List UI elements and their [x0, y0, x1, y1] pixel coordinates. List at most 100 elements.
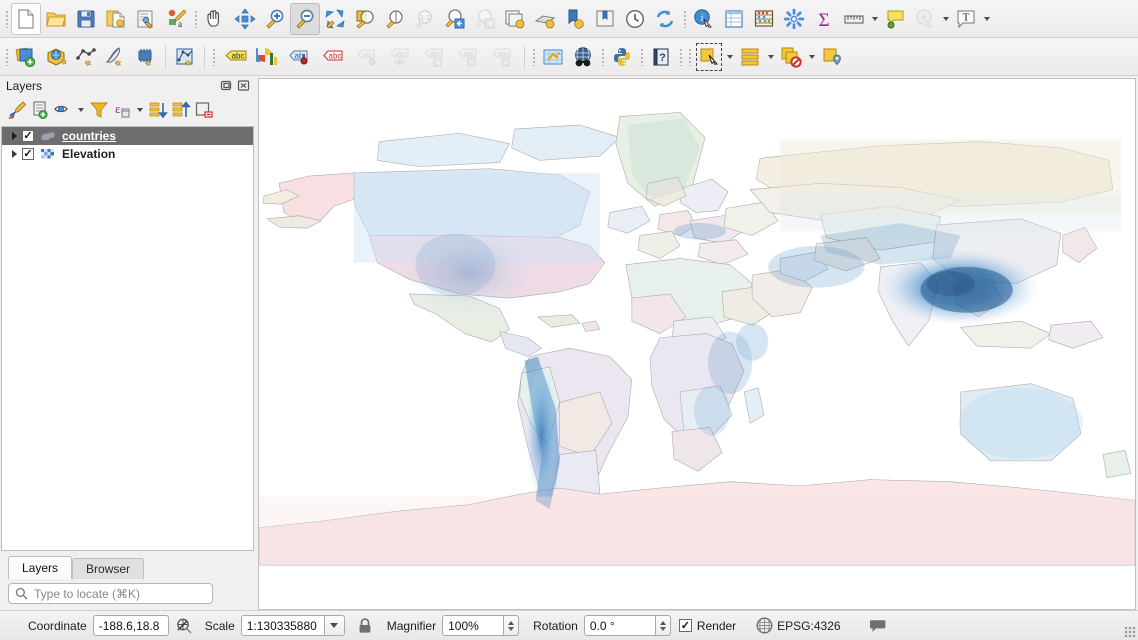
undock-panel-button[interactable] [220, 79, 233, 92]
toolbar-grip[interactable] [2, 4, 11, 34]
add-raster-layer-button[interactable] [71, 41, 101, 73]
refresh-button[interactable] [650, 3, 680, 35]
zoom-out-button[interactable] [290, 2, 320, 35]
zoom-last-button[interactable] [440, 3, 470, 35]
toolbar-grip-selection-2[interactable] [685, 42, 694, 72]
toolbar-grip-datasource[interactable] [2, 42, 11, 72]
toolbar-grip-navigation[interactable] [191, 4, 200, 34]
layer-row-countries[interactable]: ✓ countries [2, 127, 253, 145]
project-properties-button[interactable] [131, 3, 161, 35]
add-delimited-text-layer-button[interactable] [131, 41, 161, 73]
coordinate-input[interactable]: -188.6,18.8 [92, 615, 169, 636]
pin-labels-button[interactable]: ab [282, 41, 316, 73]
pan-to-selection-button[interactable] [230, 3, 260, 35]
processing-toolbox-button[interactable] [779, 3, 809, 35]
tab-layers[interactable]: Layers [8, 556, 73, 579]
expand-layer-icon[interactable] [6, 132, 22, 140]
deselect-features-button[interactable] [776, 41, 806, 73]
change-label-button[interactable]: abc [486, 41, 520, 73]
layer-tree[interactable]: ✓ countries ✓ Elevation [1, 126, 254, 551]
annotation-dropdown-caret[interactable] [981, 3, 992, 35]
georeferencer-button[interactable] [538, 41, 568, 73]
diagram-properties-button[interactable] [252, 41, 282, 73]
new-project-button[interactable] [11, 2, 41, 35]
resize-grip[interactable] [1124, 626, 1136, 638]
new-print-layout-button[interactable] [560, 3, 590, 35]
open-layer-styling-panel-button[interactable] [6, 98, 28, 122]
crs-label[interactable]: EPSG:4326 [777, 619, 840, 633]
scale-combo[interactable]: 1:130335880 [240, 615, 345, 636]
scale-input[interactable]: 1:130335880 [240, 615, 325, 636]
map-tips-button[interactable] [880, 3, 910, 35]
filter-legend-by-map-content-button[interactable] [88, 98, 110, 122]
toggle-extents-icon[interactable] [175, 617, 193, 635]
select-by-location-button[interactable] [817, 41, 847, 73]
magnifier-input[interactable]: 100% [442, 615, 505, 636]
lock-scale-icon[interactable] [357, 617, 373, 634]
filter-legend-by-expression-button[interactable]: ε [111, 98, 133, 122]
manage-map-themes-button[interactable] [52, 98, 74, 122]
rotation-input[interactable]: 0.0 ° [583, 615, 656, 636]
measure-dropdown-caret[interactable] [869, 3, 880, 35]
data-source-manager-button[interactable] [11, 41, 41, 73]
zoom-to-selection-button[interactable] [350, 3, 380, 35]
run-feature-action-button[interactable] [910, 3, 940, 35]
rotate-label-button[interactable]: abc [452, 41, 486, 73]
layer-row-elevation[interactable]: ✓ Elevation [2, 145, 253, 163]
scale-dropdown-arrow[interactable] [324, 615, 345, 636]
layout-manager-button[interactable] [590, 3, 620, 35]
help-button[interactable]: ? [646, 41, 676, 73]
render-checkbox[interactable]: ✓ [678, 619, 692, 632]
rotation-stepper[interactable]: 0.0 ° [583, 615, 671, 636]
feature-action-dropdown-caret[interactable] [940, 3, 951, 35]
show-hide-labels-button[interactable]: abc [384, 41, 418, 73]
expand-layer-icon[interactable] [6, 150, 22, 158]
toolbar-grip-help[interactable] [637, 42, 646, 72]
move-label-button[interactable]: ab [350, 41, 384, 73]
select-features-button[interactable] [694, 41, 724, 73]
zoom-in-button[interactable] [260, 3, 290, 35]
new-3d-map-view-button[interactable] [530, 3, 560, 35]
highlight-pinned-labels-button[interactable]: abc [316, 41, 350, 73]
collapse-all-button[interactable] [170, 98, 192, 122]
temporal-controller-button[interactable] [620, 3, 650, 35]
deselect-dropdown-caret[interactable] [806, 41, 817, 73]
style-manager-button[interactable]: a [161, 3, 191, 35]
expand-all-button[interactable] [147, 98, 169, 122]
statistical-summary-button[interactable]: Σ [809, 3, 839, 35]
toolbar-grip-python[interactable] [598, 42, 607, 72]
python-console-button[interactable] [607, 41, 637, 73]
tab-browser[interactable]: Browser [72, 558, 145, 579]
select-by-value-dropdown-caret[interactable] [765, 41, 776, 73]
add-mesh-layer-button[interactable] [101, 41, 131, 73]
move-label-or-diagram-button[interactable]: abc [418, 41, 452, 73]
zoom-native-resolution-button[interactable]: 1:1 [410, 3, 440, 35]
zoom-to-layer-button[interactable] [380, 3, 410, 35]
add-group-button[interactable] [29, 98, 51, 122]
toolbar-grip-label[interactable] [209, 42, 218, 72]
add-vector-layer-button[interactable] [41, 41, 71, 73]
measure-line-button[interactable] [839, 3, 869, 35]
filter-expression-caret-icon[interactable] [134, 98, 146, 122]
remove-layer-button[interactable] [193, 98, 215, 122]
rotation-spinner[interactable] [655, 615, 671, 636]
zoom-full-button[interactable] [320, 3, 350, 35]
layer-visibility-checkbox[interactable]: ✓ [22, 148, 34, 160]
new-map-view-button[interactable] [500, 3, 530, 35]
identify-features-button[interactable]: i [689, 3, 719, 35]
metasearch-button[interactable] [568, 41, 598, 73]
field-calculator-button[interactable] [749, 3, 779, 35]
open-attribute-table-button[interactable] [719, 3, 749, 35]
messages-icon[interactable] [869, 618, 887, 634]
open-project-button[interactable] [41, 3, 71, 35]
text-annotation-button[interactable]: T [951, 3, 981, 35]
toolbar-grip-plugins[interactable] [529, 42, 538, 72]
layer-labeling-options-button[interactable]: abc [218, 41, 252, 73]
save-project-button[interactable] [71, 3, 101, 35]
save-project-as-button[interactable] [101, 3, 131, 35]
pan-map-button[interactable] [200, 3, 230, 35]
zoom-next-button[interactable] [470, 3, 500, 35]
magnifier-spinner[interactable] [504, 615, 520, 636]
toolbar-grip-selection[interactable] [676, 42, 685, 72]
globe-icon[interactable] [756, 617, 773, 634]
